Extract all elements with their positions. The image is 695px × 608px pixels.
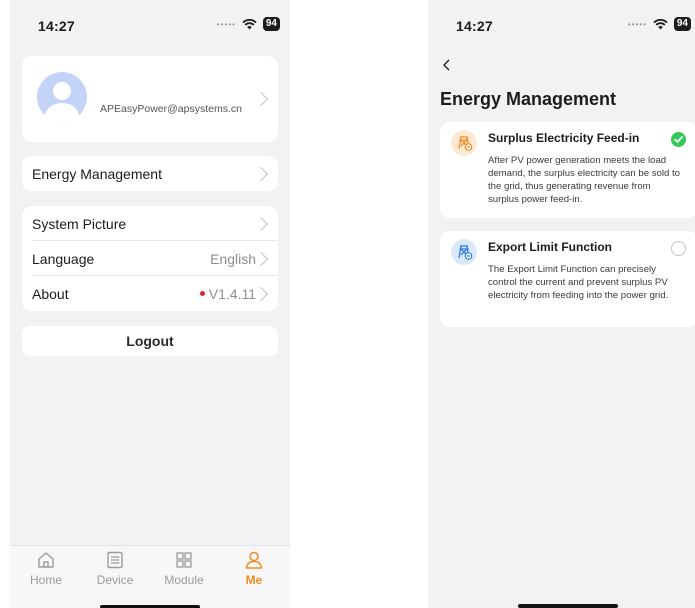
option-description: The Export Limit Function can precisely … xyxy=(488,264,669,301)
home-icon xyxy=(38,552,54,568)
about-item[interactable]: About V1.4.11 xyxy=(22,276,278,311)
settings-card: System Picture Language English About V1… xyxy=(22,206,278,311)
status-time: 14:27 xyxy=(456,18,493,34)
chevron-right-icon xyxy=(253,251,269,267)
status-time: 14:27 xyxy=(38,18,75,34)
status-icons: ••••• 94 xyxy=(217,17,280,31)
energy-management-card: Energy Management xyxy=(22,156,278,191)
signal-icon: ••••• xyxy=(627,19,647,29)
battery-icon: 94 xyxy=(673,17,691,31)
tab-home[interactable]: Home xyxy=(18,550,74,587)
tab-bar: Home Device Module Me xyxy=(10,545,290,608)
version-text: V1.4.11 xyxy=(208,285,256,302)
option-title: Surplus Electricity Feed-in xyxy=(488,131,640,145)
system-picture-item[interactable]: System Picture xyxy=(22,206,278,241)
option-description: After PV power generation meets the load… xyxy=(488,155,680,205)
profile-card[interactable]: APEasyPower@apsystems.cn xyxy=(22,56,278,142)
tab-home-label: Home xyxy=(29,573,62,587)
me-screen: 14:27 ••••• 94 APEasyPower@apsystems.cn … xyxy=(10,0,290,608)
tower-limit-icon xyxy=(451,239,477,265)
option-surplus-feed-in[interactable]: Surplus Electricity Feed-in After PV pow… xyxy=(440,122,695,218)
about-label: About xyxy=(32,285,69,302)
status-bar: 14:27 ••••• 94 xyxy=(428,0,695,50)
back-chevron-icon[interactable] xyxy=(441,59,453,71)
status-icons: ••••• 94 xyxy=(628,17,691,31)
language-value: English xyxy=(210,250,256,267)
wifi-icon xyxy=(242,18,257,29)
tower-feedin-icon xyxy=(451,130,477,156)
language-item[interactable]: Language English xyxy=(22,241,278,276)
system-picture-label: System Picture xyxy=(32,215,127,232)
chevron-right-icon xyxy=(253,91,269,107)
selected-check-icon[interactable] xyxy=(671,132,686,147)
energy-management-screen: 14:27 ••••• 94 Energy Management Surplus… xyxy=(428,0,695,608)
option-export-limit[interactable]: Export Limit Function The Export Limit F… xyxy=(440,231,695,327)
person-icon xyxy=(245,551,263,569)
language-label: Language xyxy=(32,250,95,267)
tab-me-label: Me xyxy=(245,573,263,587)
tab-module-label: Module xyxy=(164,573,204,587)
chevron-right-icon xyxy=(253,166,269,182)
option-title: Export Limit Function xyxy=(488,240,612,254)
module-icon xyxy=(176,552,192,568)
tab-device-label: Device xyxy=(96,573,134,587)
signal-icon: ••••• xyxy=(216,19,236,29)
avatar-person-icon xyxy=(45,82,79,122)
device-icon xyxy=(107,551,123,569)
avatar xyxy=(37,72,87,122)
tab-module[interactable]: Module xyxy=(156,550,212,587)
battery-icon: 94 xyxy=(262,17,280,31)
tab-device[interactable]: Device xyxy=(87,550,143,587)
status-bar: 14:27 ••••• 94 xyxy=(10,0,290,50)
update-dot xyxy=(199,291,205,296)
page-title: Energy Management xyxy=(440,89,617,109)
energy-management-item[interactable]: Energy Management xyxy=(22,156,278,191)
home-indicator[interactable] xyxy=(518,604,618,608)
profile-email: APEasyPower@apsystems.cn xyxy=(100,103,242,115)
chevron-right-icon xyxy=(253,286,269,302)
about-value: V1.4.11 xyxy=(199,285,256,302)
unselected-radio[interactable] xyxy=(671,241,686,256)
wifi-icon xyxy=(653,18,668,29)
energy-management-label: Energy Management xyxy=(32,165,162,182)
tab-me[interactable]: Me xyxy=(226,550,282,587)
logout-button[interactable]: Logout xyxy=(22,326,278,356)
chevron-right-icon xyxy=(253,216,269,232)
